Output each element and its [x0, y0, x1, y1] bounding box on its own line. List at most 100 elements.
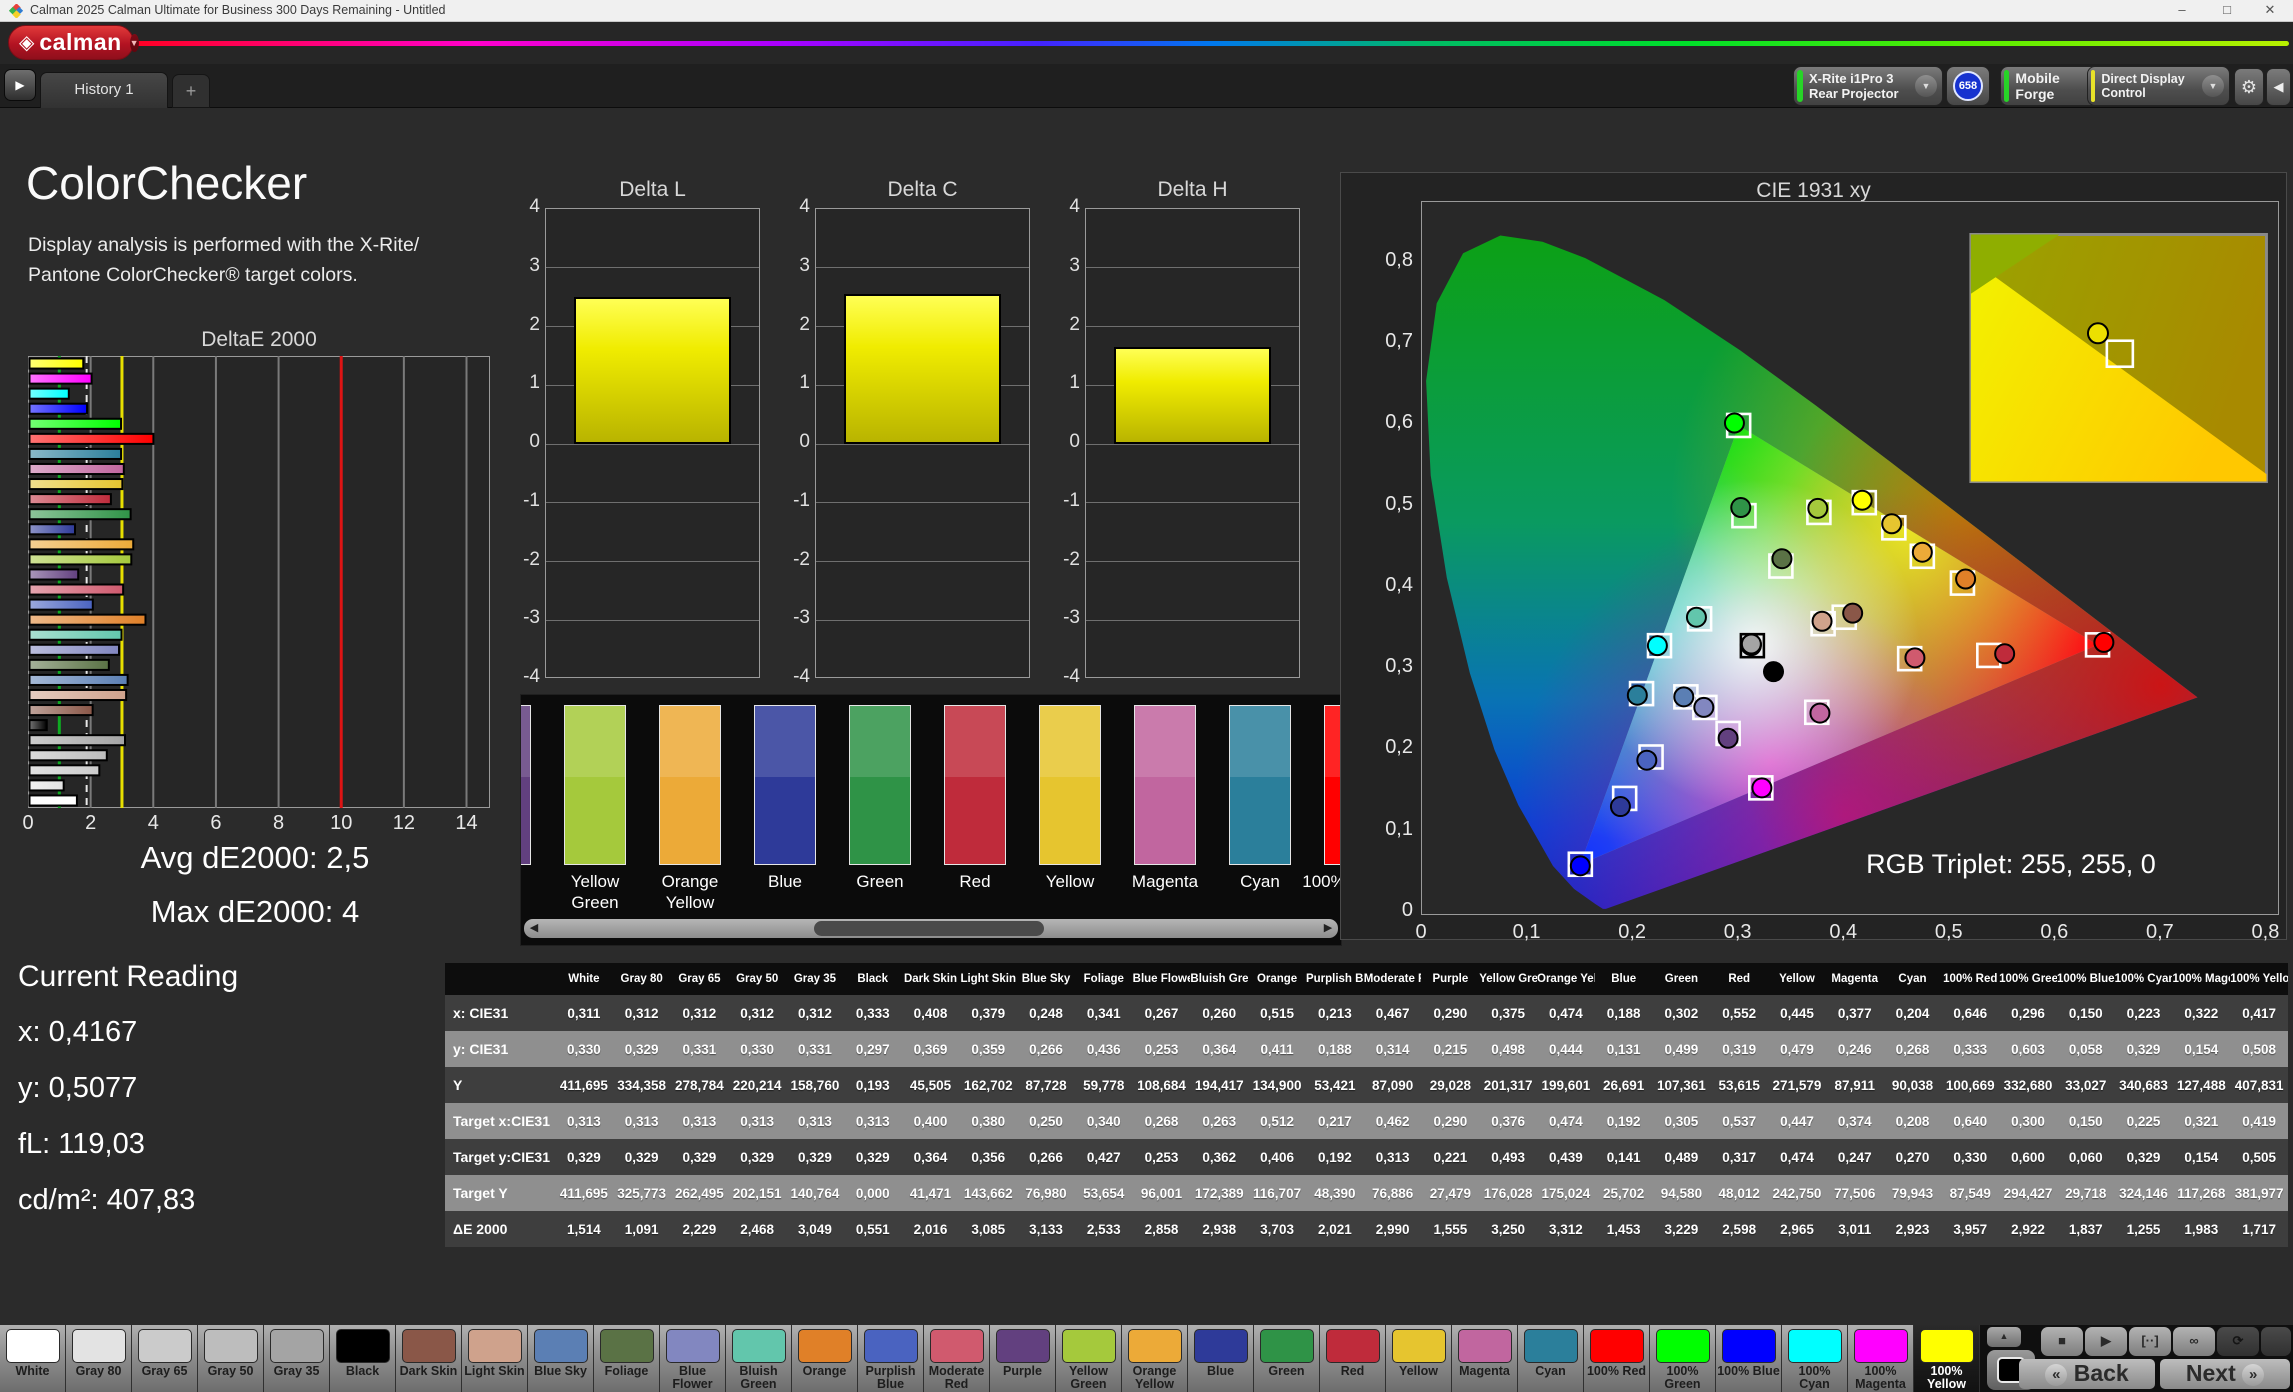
add-tab-button[interactable]: + — [172, 74, 210, 108]
table-cell: 140,764 — [786, 1175, 844, 1211]
y-tick-label: -2 — [784, 549, 810, 571]
deltae-bar-gray-50 — [30, 750, 107, 760]
deltae-bar-orange-yellow — [30, 539, 134, 549]
pattern-button-gray-80[interactable]: Gray 80 — [66, 1325, 132, 1392]
column-header: Bluish Green — [1190, 963, 1248, 995]
pattern-button-orange-yellow[interactable]: OrangeYellow — [1122, 1325, 1188, 1392]
pattern-button-light-skin[interactable]: Light Skin — [462, 1325, 528, 1392]
pattern-button-cyan[interactable]: Cyan — [1518, 1325, 1584, 1392]
tab-row: ▶ History 1 + X-Rite i1Pro 3 Rear Projec… — [0, 64, 2293, 108]
maximize-button[interactable]: □ — [2206, 0, 2248, 22]
cie-x-tick: 0,2 — [1610, 921, 1654, 944]
pattern-label: Red — [1320, 1365, 1385, 1378]
collapse-panel-button[interactable]: ◀ — [2266, 68, 2291, 106]
pattern-button-gray-35[interactable]: Gray 35 — [264, 1325, 330, 1392]
pattern-button-100-blue[interactable]: 100% Blue — [1716, 1325, 1782, 1392]
pattern-button-100-cyan[interactable]: 100% Cyan — [1782, 1325, 1848, 1392]
pattern-button-green[interactable]: Green — [1254, 1325, 1320, 1392]
pattern-swatch — [1326, 1329, 1380, 1363]
y-tick-label: 4 — [514, 196, 540, 218]
pattern-button-black[interactable]: Black — [330, 1325, 396, 1392]
pattern-label: OrangeYellow — [1122, 1365, 1187, 1391]
y-tick-label: 0 — [514, 431, 540, 453]
scroll-left-icon[interactable]: ◀ — [525, 920, 543, 937]
minimize-button[interactable]: – — [2161, 0, 2203, 22]
meter-reading-badge[interactable]: 658 — [1946, 66, 1990, 106]
column-header: Blue Sky — [1017, 963, 1075, 995]
meter-label: X-Rite i1Pro 3 Rear Projector — [1803, 71, 1905, 101]
table-cell: 0,268 — [1133, 1103, 1191, 1139]
table-cell: 2,923 — [1884, 1211, 1942, 1247]
calman-menu-button[interactable]: ◈ calman ▼ — [8, 25, 134, 60]
pattern-swatch — [1524, 1329, 1578, 1363]
step-measure-button[interactable]: [··] — [2129, 1327, 2171, 1356]
tab-history-1[interactable]: History 1 — [40, 72, 168, 108]
pattern-button-100-magenta[interactable]: 100%Magenta — [1848, 1325, 1914, 1392]
pattern-button-orange[interactable]: Orange — [792, 1325, 858, 1392]
pattern-button-magenta[interactable]: Magenta — [1452, 1325, 1518, 1392]
scrollbar-thumb[interactable] — [814, 921, 1044, 936]
table-cell: 79,943 — [1884, 1175, 1942, 1211]
table-cell: 0,188 — [1306, 1031, 1364, 1067]
pattern-swatch — [1260, 1329, 1314, 1363]
pattern-button-red[interactable]: Red — [1320, 1325, 1386, 1392]
row-label: ΔE 2000 — [445, 1211, 555, 1247]
table-cell: 127,488 — [2172, 1067, 2230, 1103]
pattern-button-foliage[interactable]: Foliage — [594, 1325, 660, 1392]
pattern-button-yellow-green[interactable]: YellowGreen — [1056, 1325, 1122, 1392]
cie-y-tick: 0,1 — [1361, 818, 1413, 841]
measured-marker-cyan — [1628, 686, 1647, 705]
continuous-measure-button[interactable]: ∞ — [2173, 1327, 2215, 1356]
pattern-button-blue-flower[interactable]: BlueFlower — [660, 1325, 726, 1392]
expand-sidebar-button[interactable]: ▶ — [4, 69, 36, 101]
patch-swatch-strip: Yellow GreenOrange YellowBlueGreenRedYel… — [520, 694, 1342, 946]
pattern-button-yellow[interactable]: Yellow — [1386, 1325, 1452, 1392]
pattern-button-purplish-blue[interactable]: PurplishBlue — [858, 1325, 924, 1392]
table-cell: 0,188 — [1595, 995, 1653, 1031]
table-cell: 0,331 — [786, 1031, 844, 1067]
pattern-button-white[interactable]: White — [0, 1325, 66, 1392]
stop-button[interactable]: ■ — [2041, 1327, 2083, 1356]
table-cell: 90,038 — [1884, 1067, 1942, 1103]
table-cell: 381,977 — [2230, 1175, 2288, 1211]
y-tick-label: -2 — [1054, 549, 1080, 571]
pattern-button-100-yellow[interactable]: 100%Yellow — [1914, 1325, 1980, 1392]
close-button[interactable]: ✕ — [2249, 0, 2291, 22]
scroll-right-icon[interactable]: ▶ — [1319, 920, 1337, 937]
display-control-label: Direct Display Control — [2095, 72, 2202, 100]
y-tick-label: -3 — [784, 607, 810, 629]
next-button[interactable]: Next » — [2160, 1359, 2290, 1389]
pattern-button-100-red[interactable]: 100% Red — [1584, 1325, 1650, 1392]
sync-button[interactable]: ⟳ — [2217, 1327, 2259, 1356]
pattern-button-gray-65[interactable]: Gray 65 — [132, 1325, 198, 1392]
pattern-button-100-green[interactable]: 100% Green — [1650, 1325, 1716, 1392]
pattern-swatch — [138, 1329, 192, 1363]
table-cell: 0,505 — [2230, 1139, 2288, 1175]
table-cell: 0,329 — [844, 1139, 902, 1175]
pattern-button-purple[interactable]: Purple — [990, 1325, 1056, 1392]
scroll-up-button[interactable]: ▲ — [1987, 1327, 2021, 1347]
pattern-button-blue-sky[interactable]: Blue Sky — [528, 1325, 594, 1392]
pattern-button-blue[interactable]: Blue — [1188, 1325, 1254, 1392]
meter-dropdown[interactable]: X-Rite i1Pro 3 Rear Projector ▼ — [1793, 66, 1943, 106]
play-button[interactable]: ▶ — [2085, 1327, 2127, 1356]
extra-button[interactable] — [2261, 1327, 2291, 1356]
column-header: Gray 80 — [613, 963, 671, 995]
back-button[interactable]: « Back — [2019, 1359, 2155, 1389]
deltae-x-axis: 02468101214 — [28, 812, 490, 836]
badge-value: 658 — [1953, 71, 1983, 101]
gear-icon[interactable]: ⚙ — [2234, 68, 2264, 106]
display-control-dropdown[interactable]: Direct Display Control ▼ — [2087, 66, 2230, 106]
pattern-button-moderate-red[interactable]: ModerateRed — [924, 1325, 990, 1392]
deltae-bar-white — [30, 795, 77, 805]
pattern-label: 100% Blue — [1716, 1365, 1781, 1378]
pattern-button-dark-skin[interactable]: Dark Skin — [396, 1325, 462, 1392]
swatch-strip-scrollbar[interactable]: ◀ ▶ — [524, 919, 1338, 938]
cie-y-tick: 0,2 — [1361, 736, 1413, 759]
table-cell: 0,356 — [959, 1139, 1017, 1175]
table-cell: 1,255 — [2115, 1211, 2173, 1247]
pattern-button-bluish-green[interactable]: BluishGreen — [726, 1325, 792, 1392]
brand-bar: ◈ calman ▼ — [0, 22, 2293, 64]
page-description: Display analysis is performed with the X… — [28, 230, 419, 290]
pattern-button-gray-50[interactable]: Gray 50 — [198, 1325, 264, 1392]
